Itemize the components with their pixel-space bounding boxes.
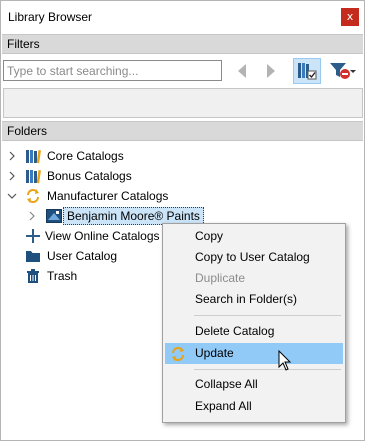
menu-item-duplicate: Duplicate	[195, 271, 246, 285]
forward-arrow-icon[interactable]	[263, 61, 279, 81]
filter-tags-area	[3, 88, 363, 118]
books-icon	[26, 149, 41, 164]
chevron-right-icon[interactable]	[27, 211, 37, 221]
menu-separator	[194, 369, 341, 370]
tree-item-bonus-catalogs[interactable]: Bonus Catalogs	[1, 166, 341, 186]
catalog-filter-toggle-button[interactable]	[293, 58, 321, 84]
tree-item-label: Trash	[47, 269, 78, 283]
window-title: Library Browser	[8, 10, 93, 24]
menu-item-label: Update	[195, 346, 234, 360]
tree-item-label: Manufacturer Catalogs	[47, 189, 169, 203]
menu-item-copy-to-user-catalog[interactable]: Copy to User Catalog	[165, 247, 343, 268]
folders-header: Folders	[2, 121, 363, 141]
menu-item-collapse-all[interactable]: Collapse All	[165, 374, 343, 395]
mouse-cursor-icon	[278, 350, 292, 371]
menu-item-expand-all[interactable]: Expand All	[165, 396, 343, 417]
tree-item-label: User Catalog	[47, 249, 118, 263]
tree-item-label: Core Catalogs	[47, 149, 124, 163]
tree-item-manufacturer-catalogs[interactable]: Manufacturer Catalogs	[1, 186, 341, 206]
filters-header: Filters	[2, 34, 363, 54]
catalog-icon	[46, 209, 62, 223]
sync-icon	[27, 189, 39, 203]
menu-item-copy[interactable]: Copy	[165, 226, 343, 247]
library-browser-window: Library Browser x Filters F	[0, 0, 365, 441]
chevron-right-icon[interactable]	[7, 151, 17, 161]
search-input[interactable]	[4, 61, 221, 80]
catalog-filter-icon	[298, 63, 317, 80]
tree-item-label: View Online Catalogs	[45, 229, 160, 243]
menu-separator	[194, 315, 341, 316]
chevron-down-icon[interactable]	[7, 191, 17, 201]
sync-icon	[172, 347, 184, 361]
chevron-right-icon[interactable]	[7, 171, 17, 181]
menu-item-update[interactable]: Update	[165, 343, 343, 364]
search-field[interactable]	[3, 60, 222, 81]
back-arrow-icon[interactable]	[234, 61, 250, 81]
menu-item-search-in-folders[interactable]: Search in Folder(s)	[165, 289, 343, 310]
tree-item-label: Bonus Catalogs	[47, 169, 132, 183]
plus-icon	[26, 229, 40, 243]
funnel-icon	[330, 63, 356, 79]
close-button[interactable]: x	[341, 8, 359, 26]
context-menu: Copy Copy to User Catalog Duplicate Sear…	[162, 223, 346, 423]
tree-item-core-catalogs[interactable]: Core Catalogs	[1, 146, 341, 166]
title-bar: Library Browser x	[1, 1, 364, 33]
books-icon	[26, 169, 41, 184]
filter-dropdown-button[interactable]	[327, 58, 357, 84]
trash-icon	[27, 269, 39, 283]
menu-item-delete-catalog[interactable]: Delete Catalog	[165, 321, 343, 342]
folder-icon	[26, 251, 40, 262]
